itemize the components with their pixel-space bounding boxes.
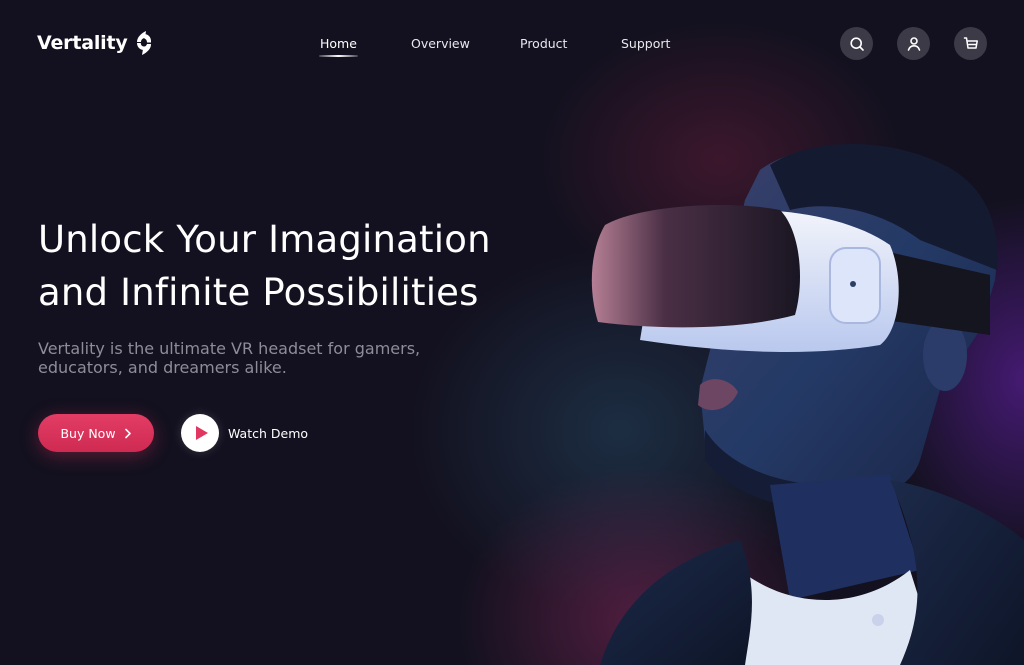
hero-title-line: and Infinite Possibilities <box>38 271 479 314</box>
headset-visor <box>591 205 800 328</box>
hero-subtitle: Vertality is the ultimate VR headset for… <box>38 339 458 377</box>
cart-icon <box>963 36 978 49</box>
site-header: Vertality Home Overview Product Support <box>0 0 1024 88</box>
brand-logo[interactable]: Vertality <box>37 30 154 56</box>
chevron-right-icon <box>124 428 131 438</box>
landing-page: Vertality Home Overview Product Support <box>0 0 1024 665</box>
buy-now-label: Buy Now <box>60 425 116 441</box>
brand-name: Vertality <box>37 32 128 54</box>
jacket-snap <box>872 614 884 626</box>
watch-demo-label: Watch Demo <box>228 425 309 441</box>
search-icon <box>849 36 864 51</box>
jacket-left <box>600 540 752 665</box>
cart-button[interactable] <box>954 27 987 60</box>
buy-now-button[interactable]: Buy Now <box>38 414 154 452</box>
search-button[interactable] <box>840 27 873 60</box>
hero-subtitle-line: Vertality is the ultimate VR headset for… <box>38 339 421 358</box>
user-icon <box>907 36 920 51</box>
play-button-circle[interactable] <box>181 414 219 452</box>
account-button[interactable] <box>897 27 930 60</box>
hero-subtitle-line: educators, and dreamers alike. <box>38 358 287 377</box>
hero-title-line: Unlock Your Imagination <box>38 218 491 261</box>
hero-vr-person-image <box>591 144 1024 665</box>
nav-item-product[interactable]: Product <box>520 36 567 51</box>
split-circle-logo-icon <box>136 31 151 55</box>
nav-item-overview[interactable]: Overview <box>411 36 470 51</box>
play-icon <box>195 426 208 440</box>
watch-demo-button[interactable]: Watch Demo <box>181 414 308 452</box>
hero-title: Unlock Your Imagination and Infinite Pos… <box>38 213 598 319</box>
nav-item-support[interactable]: Support <box>621 36 670 51</box>
touchpad-dot <box>850 281 856 287</box>
nav-item-home[interactable]: Home <box>319 36 358 57</box>
